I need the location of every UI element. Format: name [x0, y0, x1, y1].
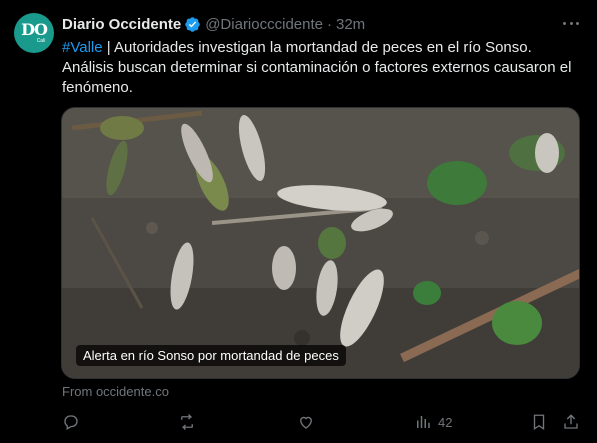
tweet-body: | Autoridades investigan la mortandad de… [62, 39, 572, 96]
avatar-sublabel: Cali [36, 38, 46, 44]
verified-badge-icon[interactable] [184, 16, 201, 33]
source-link[interactable]: From occidente.co [62, 384, 169, 399]
share-button[interactable] [562, 412, 580, 432]
bookmark-icon [533, 414, 545, 431]
tweet[interactable]: DO Cali Diario Occidente @Diariocccident… [0, 0, 597, 443]
separator-dot: · [326, 15, 332, 33]
retweet-icon [181, 414, 193, 430]
hashtag-link[interactable]: #Valle [62, 39, 103, 56]
action-bar: 42 [0, 412, 597, 432]
heart-icon [300, 416, 312, 429]
bookmark-button[interactable] [530, 412, 548, 432]
reply-icon [64, 415, 78, 430]
tweet-header: Diario Occidente @Diariocccidente · 32m [62, 14, 365, 34]
avatar[interactable]: DO Cali [14, 13, 54, 53]
handle[interactable]: @Diariocccidente [205, 16, 323, 33]
more-dot-icon [576, 21, 579, 25]
more-dot-icon [569, 21, 573, 25]
media-caption: Alerta en río Sonso por mortandad de pec… [76, 345, 346, 366]
dead-fish-photo [62, 108, 579, 378]
share-icon [564, 414, 578, 429]
display-name[interactable]: Diario Occidente [62, 16, 181, 33]
more-dot-icon [563, 21, 566, 25]
avatar-letters: DO [21, 20, 48, 39]
views-count: 42 [438, 414, 453, 430]
timestamp[interactable]: 32m [336, 16, 365, 33]
media-card[interactable]: Alerta en río Sonso por mortandad de pec… [61, 107, 580, 379]
retweet-button[interactable] [178, 412, 196, 432]
views-button[interactable]: 42 [414, 412, 452, 432]
reply-button[interactable] [62, 412, 80, 432]
views-icon [417, 416, 430, 428]
tweet-text: #Valle | Autoridades investigan la morta… [62, 38, 582, 98]
more-options-button[interactable] [560, 13, 582, 33]
like-button[interactable] [297, 412, 315, 432]
